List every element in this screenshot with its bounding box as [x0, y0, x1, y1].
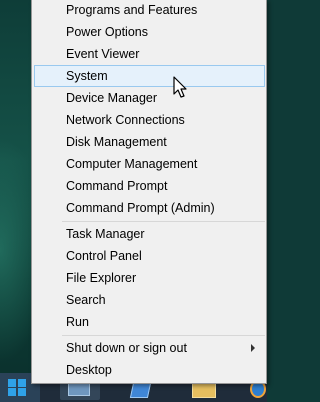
menu-item-label: Power Options	[66, 25, 148, 39]
menu-item-command-prompt[interactable]: Command Prompt	[34, 175, 265, 197]
menu-separator	[62, 221, 265, 222]
menu-item-disk-management[interactable]: Disk Management	[34, 131, 265, 153]
menu-item-run[interactable]: Run	[34, 311, 265, 333]
windows-logo-icon	[8, 379, 26, 396]
menu-item-device-manager[interactable]: Device Manager	[34, 87, 265, 109]
menu-item-desktop[interactable]: Desktop	[34, 359, 265, 381]
menu-item-label: Desktop	[66, 363, 112, 377]
menu-item-label: Search	[66, 293, 106, 307]
menu-item-label: Computer Management	[66, 157, 198, 171]
menu-item-label: Shut down or sign out	[66, 341, 187, 355]
menu-item-label: Device Manager	[66, 91, 158, 105]
menu-item-label: Programs and Features	[66, 3, 198, 17]
menu-item-label: Disk Management	[66, 135, 167, 149]
menu-item-network-connections[interactable]: Network Connections	[34, 109, 265, 131]
menu-item-label: Run	[66, 315, 89, 329]
menu-item-label: Event Viewer	[66, 47, 140, 61]
menu-item-command-prompt-admin[interactable]: Command Prompt (Admin)	[34, 197, 265, 219]
menu-separator	[62, 335, 265, 336]
menu-item-control-panel[interactable]: Control Panel	[34, 245, 265, 267]
menu-item-label: Task Manager	[66, 227, 145, 241]
menu-item-label: Network Connections	[66, 113, 185, 127]
menu-item-search[interactable]: Search	[34, 289, 265, 311]
power-user-menu: Programs and Features Power Options Even…	[31, 0, 267, 384]
server-manager-icon	[68, 382, 90, 396]
menu-item-shut-down-or-sign-out[interactable]: Shut down or sign out	[34, 337, 265, 359]
menu-item-computer-management[interactable]: Computer Management	[34, 153, 265, 175]
menu-item-file-explorer[interactable]: File Explorer	[34, 267, 265, 289]
menu-item-label: System	[66, 69, 108, 83]
menu-item-label: Command Prompt	[66, 179, 168, 193]
chevron-right-icon	[251, 344, 255, 352]
menu-item-label: Command Prompt (Admin)	[66, 201, 215, 215]
folder-icon	[192, 382, 216, 398]
menu-item-task-manager[interactable]: Task Manager	[34, 223, 265, 245]
menu-item-system[interactable]: System	[34, 65, 265, 87]
menu-item-label: File Explorer	[66, 271, 137, 285]
menu-item-programs-and-features[interactable]: Programs and Features	[34, 0, 265, 21]
menu-item-event-viewer[interactable]: Event Viewer	[34, 43, 265, 65]
mouse-pointer-icon	[173, 76, 187, 98]
menu-item-label: Control Panel	[66, 249, 142, 263]
menu-item-power-options[interactable]: Power Options	[34, 21, 265, 43]
